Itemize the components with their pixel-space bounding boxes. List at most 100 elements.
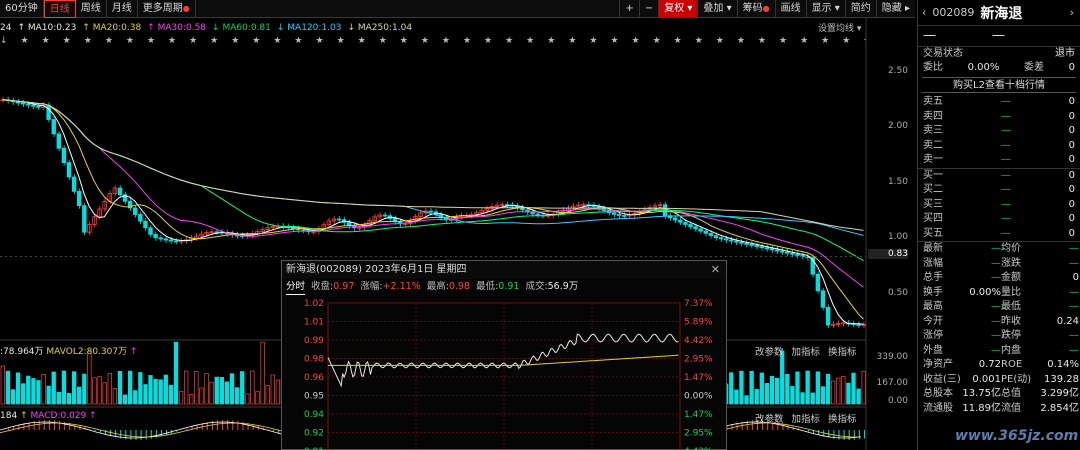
macd-value: MACD:0.029 xyxy=(30,411,87,421)
stat-value: 0.72 xyxy=(978,359,1001,370)
close-icon[interactable]: ✕ xyxy=(711,263,720,276)
stat-label: 总值 xyxy=(1001,388,1021,399)
candle-body xyxy=(723,238,729,241)
stat-value: 13.75亿 xyxy=(962,388,1001,399)
volume-bar xyxy=(255,391,260,405)
low-label-text: 最低: xyxy=(476,281,499,292)
stat-label: ROE xyxy=(1001,359,1023,370)
order-book: 卖五 — 0 卖四 — 0 卖三 — 0 卖二 — 0 卖一 — 0 买一 — 0 买二 — 0 买三 — 0 买四 — 0 买五 — 0 xyxy=(918,95,1080,241)
candle-body xyxy=(611,212,617,215)
candle-body xyxy=(168,239,174,242)
volume-bar xyxy=(836,377,841,405)
quote-row: 买二 — 0 xyxy=(918,183,1080,198)
volume-bar xyxy=(270,374,275,405)
volume-bar xyxy=(754,388,759,405)
volume-switch-indicator-button[interactable]: 换指标 xyxy=(828,344,857,358)
intraday-pct-label: 1.47% xyxy=(684,373,713,383)
volume-edit-params-button[interactable]: 改参数 xyxy=(755,344,784,358)
intraday-pct-label: 7.37% xyxy=(684,299,713,309)
level-label: 卖四 xyxy=(923,110,943,122)
quote-row: 买三 — 0 xyxy=(918,198,1080,213)
candle-body xyxy=(693,226,698,230)
candle-body xyxy=(71,176,77,192)
stat-value: — xyxy=(991,315,1001,327)
macd-add-indicator-button[interactable]: 加指标 xyxy=(792,411,821,425)
volume-bar xyxy=(158,379,163,405)
volume-bar xyxy=(851,372,856,405)
ma120-line xyxy=(2,99,864,236)
level-label: 卖二 xyxy=(923,139,943,151)
level-price: — xyxy=(1000,96,1011,107)
volume-bar xyxy=(744,395,749,405)
level-label: 买一 xyxy=(923,169,943,181)
stat-label: 金额 xyxy=(1001,272,1021,283)
volume-bar xyxy=(31,378,36,405)
change-value: +2.11% xyxy=(382,281,421,292)
stat-label: 涨停 xyxy=(923,330,943,341)
intraday-price-line xyxy=(327,333,679,388)
candle-body xyxy=(36,105,41,108)
volume-bar xyxy=(204,373,209,405)
quote-row: 买四 — 0 xyxy=(918,212,1080,227)
stat-value: — xyxy=(1069,257,1079,269)
stat-value: — xyxy=(1069,301,1079,312)
stat-label: 内盘 xyxy=(1001,344,1021,356)
macd-switch-indicator-button[interactable]: 换指标 xyxy=(828,411,857,425)
candle-body xyxy=(825,306,831,326)
candle-body xyxy=(749,243,754,246)
stat-value: 0.24 xyxy=(1056,315,1079,327)
stat-row: 最新 — 均价 — xyxy=(918,242,1080,257)
stat-value: — xyxy=(1069,330,1079,341)
volume-bar xyxy=(774,377,780,405)
prev-stock-icon[interactable]: ‹ xyxy=(922,6,926,19)
volume-bar xyxy=(46,385,51,405)
volume-bar xyxy=(66,392,72,405)
volume-bar xyxy=(780,350,785,405)
stat-value: — xyxy=(991,344,1001,356)
candle-body xyxy=(15,101,21,104)
stat-label: 总手 xyxy=(923,272,943,283)
macd-edit-params-button[interactable]: 改参数 xyxy=(755,411,784,425)
volume-bar xyxy=(51,371,56,405)
stat-value: 139.28 xyxy=(1044,373,1079,385)
level-label: 买二 xyxy=(923,184,943,195)
volume-label: 成交:56.9万 xyxy=(525,279,578,295)
stat-value: 11.89亿 xyxy=(962,402,1001,414)
volume-bar xyxy=(800,392,805,405)
volume-bar xyxy=(734,389,739,405)
volume-bar xyxy=(815,371,821,405)
stat-label: 收益(三) xyxy=(923,373,961,385)
candle-body xyxy=(713,235,719,239)
order-ratio: 0.00% xyxy=(967,61,1000,73)
volume-bar xyxy=(15,372,21,405)
volume-bar xyxy=(173,341,179,405)
volume-bar xyxy=(830,380,836,405)
volume-bar xyxy=(71,371,77,405)
axis-label: 167.00 xyxy=(876,378,909,388)
volume-bar xyxy=(265,385,270,405)
stat-value: — xyxy=(991,257,1001,269)
intraday-chart[interactable]: 1.02 7.37% 1.01 5.89% 0.99 4.42% 0.98 2.95% 0.96… xyxy=(282,295,728,450)
stat-value: 3.299亿 xyxy=(1040,388,1079,399)
intraday-axis-label: 0.99 xyxy=(304,336,324,346)
volume-bar xyxy=(209,381,214,405)
candle-body xyxy=(698,228,703,232)
volume-bar xyxy=(810,392,815,405)
candle-body xyxy=(51,119,56,135)
axis-label: 1.00 xyxy=(887,232,908,242)
candle-body xyxy=(31,104,36,107)
next-stock-icon[interactable]: › xyxy=(1070,6,1080,19)
stats-table: 最新 — 均价 — 涨幅 — 涨跌 — 总手 — 金额 0 换手 0.00% 量比 — 最高 — 最低 — 今开 — 昨收 0… xyxy=(918,241,1080,416)
candle-body xyxy=(764,247,770,250)
volume-add-indicator-button[interactable]: 加指标 xyxy=(792,344,821,358)
stat-label: 今开 xyxy=(923,315,943,327)
volume-bar xyxy=(61,370,67,405)
volume-bar xyxy=(189,393,194,405)
buy-l2-button[interactable]: 购买L2查看十档行情 xyxy=(922,77,1076,93)
intraday-axis-label: 1.02 xyxy=(304,299,324,309)
candle-body xyxy=(790,252,795,255)
quote-row: 卖三 — 0 xyxy=(918,124,1080,139)
tab-intraday[interactable]: 分时 xyxy=(286,279,306,295)
stat-row: 净资产 0.72 ROE 0.14% xyxy=(918,358,1080,373)
level-volume: 0 xyxy=(1068,213,1075,224)
